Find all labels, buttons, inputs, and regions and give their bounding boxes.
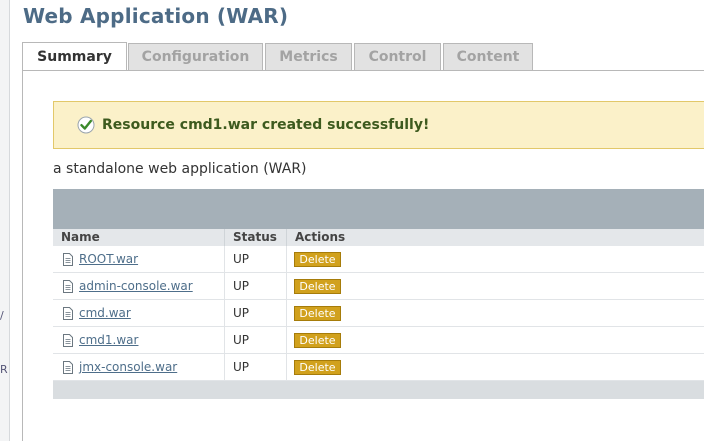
left-rail-fragment-1[interactable]: / <box>0 309 4 322</box>
tab-metrics[interactable]: Metrics <box>265 43 352 70</box>
column-header-actions: Actions <box>295 230 346 244</box>
tab-summary[interactable]: Summary <box>22 42 127 71</box>
table-footer <box>53 381 704 399</box>
table-title-bar <box>53 189 704 229</box>
tab-content[interactable]: Content <box>443 43 533 70</box>
status-cell: UP <box>225 300 287 326</box>
page-title: Web Application (WAR) <box>23 4 289 28</box>
table-row: ROOT.war UP Delete <box>53 246 704 273</box>
file-icon <box>63 279 73 293</box>
name-cell: cmd.war <box>53 300 225 326</box>
table-row: jmx-console.war UP Delete <box>53 354 704 381</box>
file-icon <box>63 333 73 347</box>
actions-cell: Delete <box>287 354 704 380</box>
file-icon <box>63 252 73 266</box>
delete-button[interactable]: Delete <box>294 332 341 348</box>
status-cell: UP <box>225 246 287 272</box>
name-cell: cmd1.war <box>53 327 225 353</box>
file-icon <box>63 360 73 374</box>
success-message: Resource cmd1.war created successfully! <box>53 101 704 149</box>
actions-cell: Delete <box>287 327 704 353</box>
name-cell: admin-console.war <box>53 273 225 299</box>
resource-link[interactable]: cmd1.war <box>79 333 138 347</box>
column-header-name[interactable]: Name <box>53 229 225 246</box>
status-cell: UP <box>225 327 287 353</box>
delete-button[interactable]: Delete <box>294 305 341 321</box>
tab-configuration[interactable]: Configuration <box>128 43 263 70</box>
table-row: admin-console.war UP Delete <box>53 273 704 300</box>
check-circle-icon <box>77 116 95 134</box>
resource-link[interactable]: ROOT.war <box>79 252 138 266</box>
delete-button[interactable]: Delete <box>294 251 341 267</box>
status-cell: UP <box>225 354 287 380</box>
status-cell: UP <box>225 273 287 299</box>
table-header: Name Status Actions <box>53 229 704 247</box>
resource-link[interactable]: admin-console.war <box>79 279 193 293</box>
left-navigation-rail: / R <box>0 0 10 441</box>
resource-link[interactable]: jmx-console.war <box>79 360 177 374</box>
delete-button[interactable]: Delete <box>294 278 341 294</box>
actions-cell: Delete <box>287 246 704 272</box>
resource-link[interactable]: cmd.war <box>79 306 131 320</box>
actions-cell: Delete <box>287 273 704 299</box>
delete-button[interactable]: Delete <box>294 359 341 375</box>
name-cell: jmx-console.war <box>53 354 225 380</box>
file-icon <box>63 306 73 320</box>
table-row: cmd1.war UP Delete <box>53 327 704 354</box>
table-row: cmd.war UP Delete <box>53 300 704 327</box>
tab-control[interactable]: Control <box>354 43 441 70</box>
left-rail-fragment-2[interactable]: R <box>0 363 8 376</box>
success-message-text: Resource cmd1.war created successfully! <box>102 117 430 133</box>
name-cell: ROOT.war <box>53 246 225 272</box>
column-header-status[interactable]: Status <box>225 229 287 246</box>
resource-description: a standalone web application (WAR) <box>53 161 307 177</box>
actions-cell: Delete <box>287 300 704 326</box>
